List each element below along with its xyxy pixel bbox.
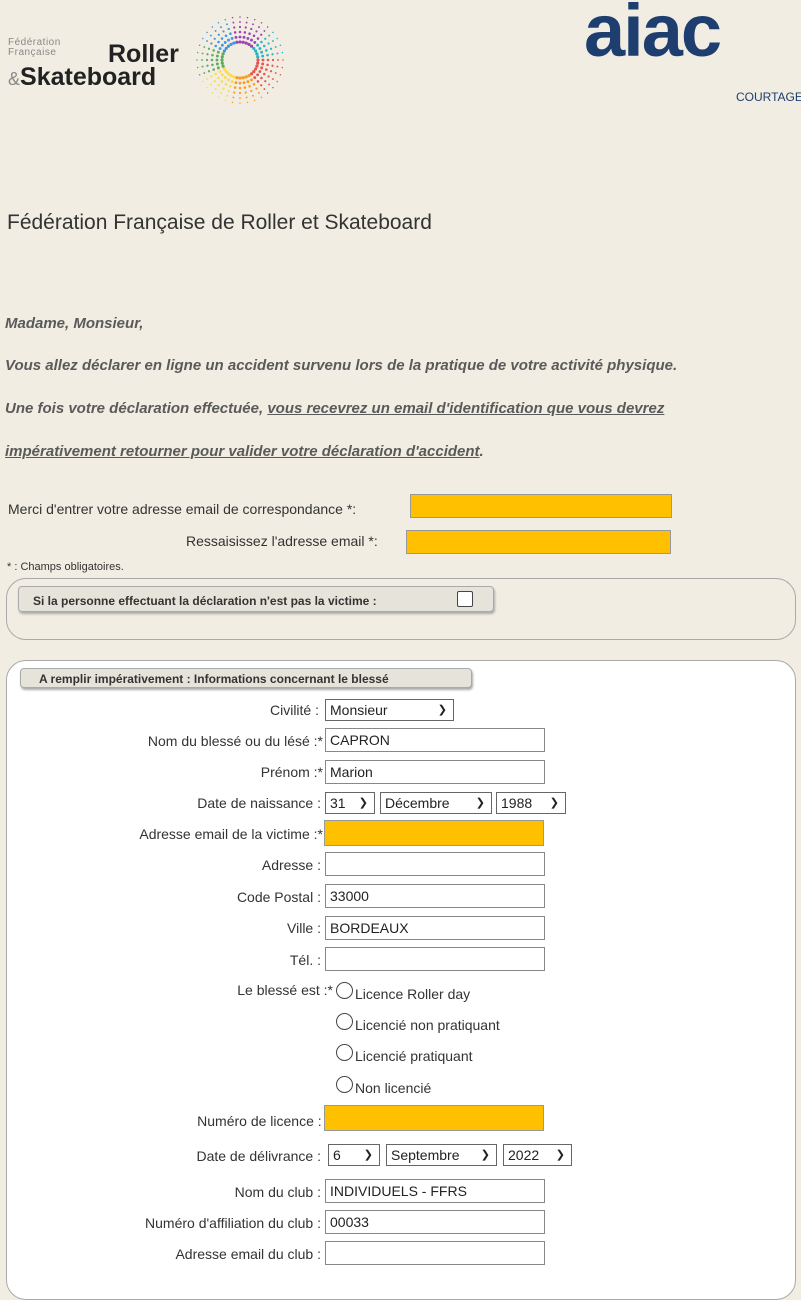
chevron-down-icon: ❯ <box>363 1149 373 1161</box>
adresse-label: Adresse : <box>261 857 321 873</box>
chevron-down-icon: ❯ <box>437 704 447 716</box>
nom-label: Nom du blessé ou du lésé :* <box>147 733 323 749</box>
naissance-mois-select[interactable]: Décembre ❯ <box>380 792 492 814</box>
civilite-select[interactable]: Monsieur ❯ <box>325 699 454 721</box>
club-input[interactable]: INDIVIDUELS - FFRS <box>325 1179 545 1203</box>
club-email-label: Adresse email du club : <box>175 1246 321 1262</box>
victim-fieldset <box>6 660 796 1300</box>
ville-input[interactable]: BORDEAUX <box>325 916 545 940</box>
victim-email-label: Adresse email de la victime :* <box>139 826 323 842</box>
prenom-label: Prénom :* <box>260 764 323 780</box>
aiac-logo-sub: COURTAGE <box>736 90 801 104</box>
statut-radio-pratiquant[interactable] <box>336 1044 353 1061</box>
ffrs-logo-small-text: Fédération Française <box>8 37 61 58</box>
intro-link-part1: vous recevrez un email d'identification … <box>267 400 665 417</box>
declarant-legend: Si la personne effectuant la déclaration… <box>18 586 494 612</box>
email-label: Merci d'entrer votre adresse email de co… <box>8 501 357 517</box>
ville-label: Ville : <box>287 920 321 936</box>
declarant-checkbox[interactable] <box>457 591 473 607</box>
aiac-logo-word: aiac <box>584 0 722 72</box>
delivrance-jour-select[interactable]: 6 ❯ <box>328 1144 380 1166</box>
statut-label-non-licencie: Non licencié <box>355 1080 432 1096</box>
page-title: Fédération Française de Roller et Skateb… <box>7 211 432 234</box>
delivrance-annee-select[interactable]: 2022 ❯ <box>503 1144 572 1166</box>
chevron-down-icon: ❯ <box>555 1149 565 1161</box>
adresse-input[interactable] <box>325 852 545 876</box>
statut-radio-non-licencie[interactable] <box>336 1076 353 1093</box>
email-confirm-label: Ressaisissez l'adresse email *: <box>186 533 378 549</box>
statut-label: Le blessé est :* <box>237 982 333 998</box>
statut-radio-roller-day[interactable] <box>336 982 353 999</box>
required-note: * : Champs obligatoires. <box>7 561 124 573</box>
intro-line3: impérativement retourner pour valider vo… <box>5 443 484 460</box>
intro-line2: Une fois votre déclaration effectuée, vo… <box>5 400 665 417</box>
declarant-label: Si la personne effectuant la déclaration… <box>33 594 377 608</box>
affiliation-label: Numéro d'affiliation du club : <box>145 1215 321 1231</box>
intro-link-part2: impérativement retourner pour valider vo… <box>5 443 480 460</box>
cp-label: Code Postal : <box>236 889 321 905</box>
ffrs-logo-skateboard: &Skateboard <box>8 63 157 91</box>
intro-greeting: Madame, Monsieur, <box>5 315 144 332</box>
delivrance-label: Date de délivrance : <box>196 1148 321 1164</box>
delivrance-mois-select[interactable]: Septembre ❯ <box>386 1144 497 1166</box>
chevron-down-icon: ❯ <box>358 797 368 809</box>
licence-label: Numéro de licence : * <box>197 1113 331 1129</box>
email-field[interactable] <box>410 494 672 518</box>
civilite-label: Civilité : <box>269 702 319 718</box>
intro-line1: Vous allez déclarer en ligne un accident… <box>5 357 678 374</box>
naissance-label: Date de naissance : <box>197 795 321 811</box>
club-email-input[interactable] <box>325 1241 545 1265</box>
victim-legend: A remplir impérativement : Informations … <box>20 668 472 688</box>
cp-input[interactable]: 33000 <box>325 884 545 908</box>
victim-email-input[interactable] <box>324 820 544 846</box>
statut-label-non-pratiquant: Licencié non pratiquant <box>355 1017 500 1033</box>
aiac-logo: aiac COURTAGE <box>584 0 801 106</box>
chevron-down-icon: ❯ <box>480 1149 490 1161</box>
affiliation-input[interactable]: 00033 <box>325 1210 545 1234</box>
statut-radio-non-pratiquant[interactable] <box>336 1013 353 1030</box>
ffrs-logo: Fédération Française Roller &Skateboard <box>8 10 298 110</box>
nom-input[interactable]: CAPRON <box>325 728 545 752</box>
ffrs-burst-icon <box>196 16 284 104</box>
licence-input[interactable] <box>324 1105 544 1131</box>
email-confirm-field[interactable] <box>406 530 671 554</box>
club-label: Nom du club : <box>234 1184 321 1200</box>
tel-label: Tél. : <box>289 952 321 968</box>
prenom-input[interactable]: Marion <box>325 760 545 784</box>
statut-label-pratiquant: Licencié pratiquant <box>355 1048 473 1064</box>
tel-input[interactable] <box>325 947 545 971</box>
chevron-down-icon: ❯ <box>475 797 485 809</box>
statut-label-roller-day: Licence Roller day <box>355 986 471 1002</box>
naissance-jour-select[interactable]: 31 ❯ <box>325 792 375 814</box>
chevron-down-icon: ❯ <box>549 797 559 809</box>
naissance-annee-select[interactable]: 1988 ❯ <box>496 792 566 814</box>
